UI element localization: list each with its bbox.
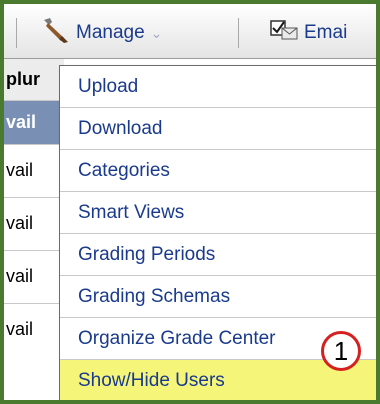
- manage-menu-button[interactable]: Manage ⌄: [40, 18, 162, 48]
- table-row: vail: [4, 145, 64, 198]
- table-row: vail: [4, 198, 64, 251]
- menu-item-grading-periods[interactable]: Grading Periods: [60, 234, 376, 276]
- toolbar-separator: [238, 18, 239, 48]
- email-icon: [270, 18, 298, 48]
- cell-text: vail: [6, 266, 34, 286]
- menu-item-grading-schemas[interactable]: Grading Schemas: [60, 276, 376, 318]
- table-row: plur: [4, 59, 64, 101]
- email-menu-button[interactable]: Emai: [270, 18, 347, 48]
- cell-text: vail: [6, 213, 34, 233]
- menu-item-download[interactable]: Download: [60, 108, 376, 150]
- wrench-icon: [40, 16, 70, 50]
- manage-label: Manage: [76, 22, 145, 43]
- step-callout-badge: 1: [321, 331, 361, 371]
- table-row: vail: [4, 304, 64, 356]
- toolbar: Manage ⌄ Emai: [4, 4, 376, 59]
- grade-table-left-column: plur vail vail vail vail vail: [4, 59, 64, 400]
- table-row: vail: [4, 251, 64, 304]
- toolbar-separator: [16, 18, 17, 48]
- table-row: vail: [4, 101, 64, 145]
- chevron-down-icon: ⌄: [150, 25, 163, 41]
- email-label: Emai: [304, 22, 348, 43]
- grade-center-frame: Manage ⌄ Emai plur vail vail vail vail v…: [4, 4, 376, 400]
- cell-text: vail: [6, 160, 34, 180]
- column-header-text: vail: [6, 112, 37, 132]
- menu-item-upload[interactable]: Upload: [60, 66, 376, 108]
- cell-text: vail: [6, 319, 34, 339]
- menu-item-categories[interactable]: Categories: [60, 150, 376, 192]
- column-header-text: plur: [6, 69, 40, 89]
- menu-item-smart-views[interactable]: Smart Views: [60, 192, 376, 234]
